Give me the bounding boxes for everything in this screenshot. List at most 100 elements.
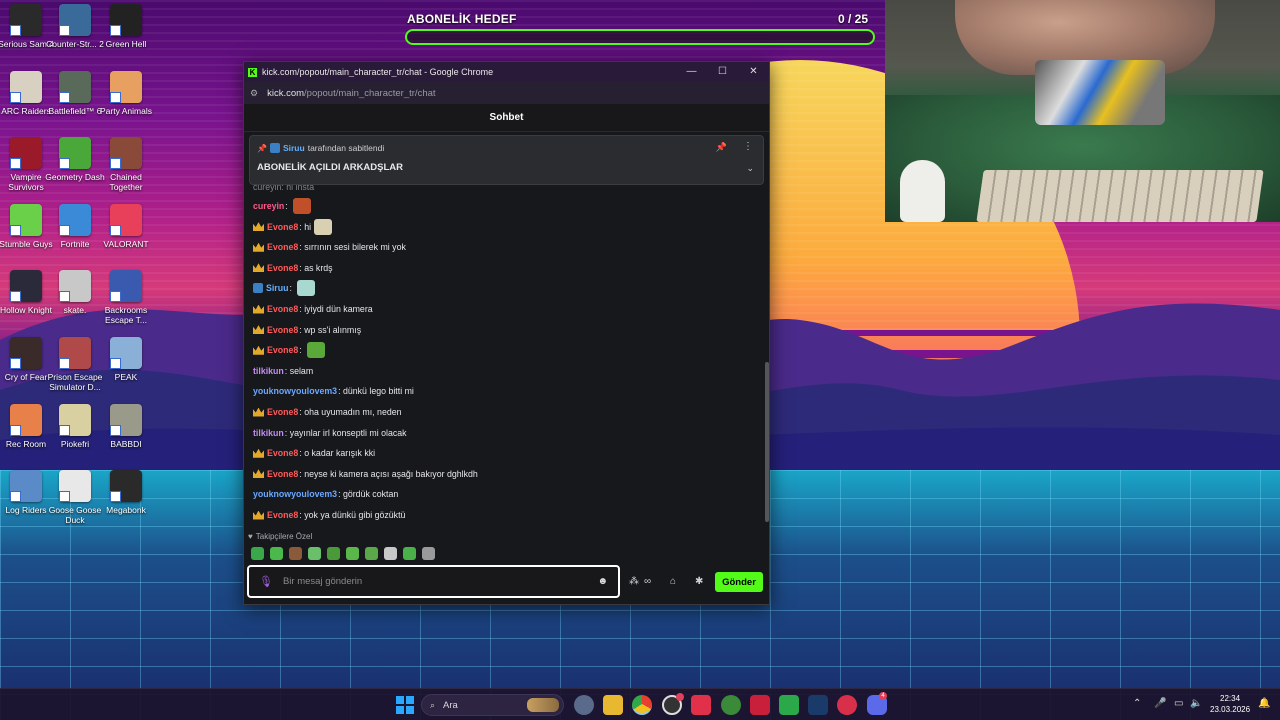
- chat-username[interactable]: Evone8: [267, 222, 298, 232]
- tray-chevron-up-icon[interactable]: ⌃: [1133, 698, 1141, 709]
- microphone-tray-icon[interactable]: 🎤: [1154, 698, 1166, 709]
- chat-message[interactable]: Evone8: sırrının sesi bilerek mi yok: [253, 238, 406, 256]
- red-app-icon[interactable]: [837, 695, 857, 715]
- taskbar-search[interactable]: ⌕ Ara: [421, 694, 564, 716]
- site-info-icon[interactable]: ⚙: [250, 88, 258, 99]
- network-icon[interactable]: ▭: [1174, 698, 1183, 709]
- moderator-badge-icon: [269, 143, 280, 153]
- chat-username[interactable]: Evone8: [267, 510, 298, 520]
- chrome-icon[interactable]: [632, 695, 652, 715]
- file-explorer-icon[interactable]: [603, 695, 623, 715]
- rockstar-icon[interactable]: [750, 695, 770, 715]
- chat-message[interactable]: tilkikun: selam: [253, 362, 313, 380]
- chat-emote-icon[interactable]: [297, 280, 316, 297]
- quick-emote-icon[interactable]: [327, 547, 340, 560]
- opera-icon[interactable]: [691, 695, 711, 715]
- chat-username[interactable]: Evone8: [267, 469, 298, 479]
- desktop-icon-party-animals[interactable]: Party Animals: [96, 71, 156, 116]
- desktop-icon-peak[interactable]: PEAK: [96, 337, 156, 382]
- quick-emote-icon[interactable]: [308, 547, 321, 560]
- settings-app-icon[interactable]: [574, 695, 594, 715]
- chat-username[interactable]: tilkikun: [253, 366, 284, 376]
- chat-username[interactable]: cureyin: [253, 201, 284, 211]
- close-button[interactable]: ✕: [738, 62, 769, 82]
- chat-input-box[interactable]: 🎙 ☻: [247, 565, 620, 598]
- emoji-picker-icon[interactable]: ☻: [597, 576, 608, 587]
- unpin-icon[interactable]: 📌: [716, 142, 727, 153]
- chat-emote-icon[interactable]: [307, 342, 326, 359]
- settings-gear-icon[interactable]: ✱: [695, 576, 703, 587]
- store-icon[interactable]: ⌂: [670, 576, 676, 587]
- quick-emote-icon[interactable]: [403, 547, 416, 560]
- chat-username[interactable]: Siruu: [266, 283, 288, 293]
- window-titlebar[interactable]: K kick.com/popout/main_character_tr/chat…: [244, 62, 769, 82]
- chat-message[interactable]: Evone8: wp ss'i alınmış: [253, 321, 361, 339]
- chat-username[interactable]: Evone8: [267, 242, 298, 252]
- chat-message[interactable]: cureyin:: [253, 197, 312, 215]
- microphone-icon[interactable]: 🎙: [259, 575, 273, 588]
- chat-username[interactable]: youknowyoulovem3: [253, 386, 337, 396]
- maximize-button[interactable]: ☐: [707, 62, 738, 82]
- quick-emote-icon[interactable]: [346, 547, 359, 560]
- volume-icon[interactable]: 🔈: [1190, 698, 1202, 709]
- pinned-by-user[interactable]: Siruu: [283, 143, 305, 153]
- steam-icon[interactable]: [808, 695, 828, 715]
- chat-emote-icon[interactable]: [293, 198, 312, 214]
- chat-message[interactable]: Evone8: neyse ki kamera açısı aşağı bakı…: [253, 465, 478, 483]
- chat-message[interactable]: youknowyoulovem3: gördük coktan: [253, 485, 398, 503]
- followers-only-label: ♥ Takipçilere Özel: [248, 532, 312, 541]
- app-icon-image: [10, 4, 42, 36]
- chat-emote-icon[interactable]: [314, 218, 333, 235]
- send-button[interactable]: Gönder: [715, 572, 763, 592]
- chat-username[interactable]: tilkikun: [253, 428, 284, 438]
- app-icon-image: [59, 270, 91, 302]
- desktop-icon-chained-together[interactable]: Chained Together: [96, 137, 156, 192]
- quick-emote-icon[interactable]: [422, 547, 435, 560]
- quick-emote-icon[interactable]: [251, 547, 264, 560]
- desktop-icon-megabonk[interactable]: Megabonk: [96, 470, 156, 515]
- chat-username[interactable]: Evone8: [267, 407, 298, 417]
- desktop-icon-backrooms-escape-t[interactable]: Backrooms Escape T...: [96, 270, 156, 325]
- chat-message[interactable]: tilkikun: yayınlar irl konseptli mi olac…: [253, 424, 407, 442]
- windows-start-icon[interactable]: [396, 696, 414, 714]
- taskbar-clock[interactable]: 22:34 23.03.2026: [1210, 693, 1250, 715]
- desktop-icon-area: Serious Sam 4 Counter-Str... 2 Green Hell A…: [0, 0, 160, 680]
- xbox-app-icon[interactable]: [721, 695, 741, 715]
- chat-message[interactable]: youknowyoulovem3: dünkü lego bitti mi: [253, 382, 414, 400]
- quick-emote-icon[interactable]: [270, 547, 283, 560]
- minimize-button[interactable]: —: [676, 62, 707, 82]
- quick-emote-icon[interactable]: [289, 547, 302, 560]
- pinned-message[interactable]: 📌 Siruu tarafından sabitlendi ABONELİK A…: [249, 135, 764, 185]
- chat-username[interactable]: youknowyoulovem3: [253, 489, 337, 499]
- chat-username[interactable]: Evone8: [267, 345, 298, 355]
- kicks-icon[interactable]: ⁂: [629, 576, 639, 587]
- chat-input[interactable]: [282, 576, 598, 587]
- chat-message[interactable]: Siruu:: [253, 279, 316, 297]
- chat-username[interactable]: Evone8: [267, 448, 298, 458]
- chat-message[interactable]: Evone8: hi: [253, 218, 333, 236]
- more-options-icon[interactable]: ⋮: [743, 141, 753, 152]
- desktop-icon-babbdi[interactable]: BABBDI: [96, 404, 156, 449]
- xbox-game-bar-icon[interactable]: [779, 695, 799, 715]
- chat-username[interactable]: Evone8: [267, 263, 298, 273]
- chat-message[interactable]: Evone8: as krdş: [253, 259, 333, 277]
- notification-bell-icon[interactable]: 🔔: [1258, 698, 1270, 709]
- chat-message-list[interactable]: cureyin: hi insta cureyin: Evone8: hi Evo…: [244, 184, 764, 524]
- infinity-icon[interactable]: ∞: [644, 576, 651, 587]
- chat-scrollbar[interactable]: [765, 362, 769, 522]
- chat-message[interactable]: Evone8: yok ya dünkü gibi gözüktü: [253, 506, 405, 524]
- chat-username[interactable]: Evone8: [267, 325, 298, 335]
- chat-message[interactable]: Evone8: iyiydi dün kamera: [253, 300, 373, 318]
- quick-emote-icon[interactable]: [365, 547, 378, 560]
- chat-message[interactable]: Evone8: oha uyumadın mı, neden: [253, 403, 402, 421]
- chat-message[interactable]: Evone8: o kadar karışık kki: [253, 444, 375, 462]
- chevron-down-icon[interactable]: ⌄: [746, 163, 754, 174]
- desktop-icon-green-hell[interactable]: Green Hell: [96, 4, 156, 49]
- moderator-badge-icon: [253, 283, 263, 294]
- address-bar[interactable]: ⚙ kick.com/popout/main_character_tr/chat: [244, 82, 769, 104]
- chat-message[interactable]: Evone8:: [253, 341, 326, 359]
- quick-emote-icon[interactable]: [384, 547, 397, 560]
- chat-username[interactable]: Evone8: [267, 304, 298, 314]
- followers-only-text: Takipçilere Özel: [255, 532, 313, 541]
- desktop-icon-valorant[interactable]: VALORANT: [96, 204, 156, 249]
